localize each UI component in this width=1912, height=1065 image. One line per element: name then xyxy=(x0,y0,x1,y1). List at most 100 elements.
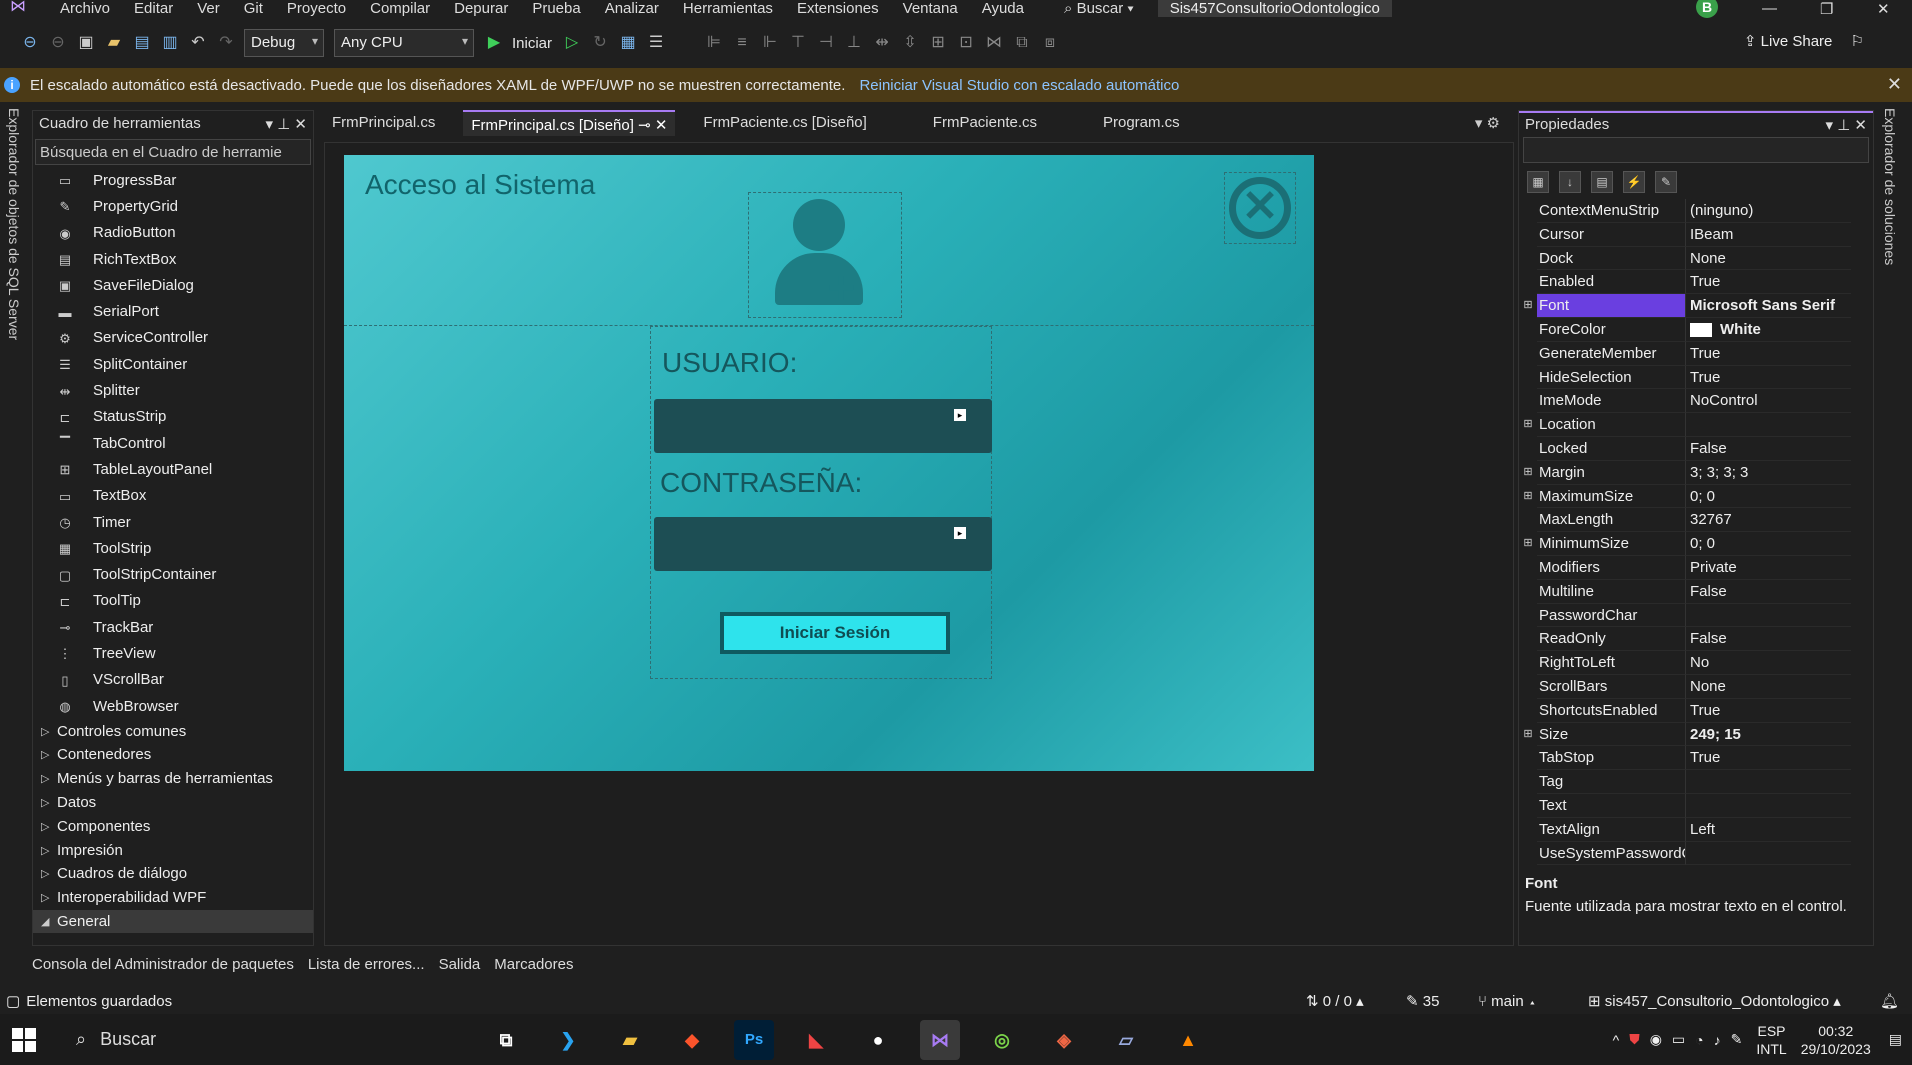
dropdown-icon[interactable]: ▾ xyxy=(265,116,277,133)
restore-icon[interactable]: ❐ xyxy=(1820,0,1833,18)
align-right-icon[interactable]: ⊩ xyxy=(760,33,780,53)
menu-herramientas[interactable]: Herramientas xyxy=(683,1,773,16)
property-row[interactable]: RightToLeft No xyxy=(1519,651,1873,675)
toolbox-category[interactable]: ◢ General xyxy=(33,909,313,934)
close-infobar-icon[interactable]: ✕ xyxy=(1887,74,1902,95)
menu-prueba[interactable]: Prueba xyxy=(532,1,580,16)
close-window-icon[interactable]: ✕ xyxy=(1877,0,1890,18)
sql-object-explorer-tab[interactable]: Explorador de objetos de SQL Server xyxy=(6,108,22,340)
task-view-icon[interactable]: ⧉ xyxy=(486,1020,526,1060)
minimize-icon[interactable]: — xyxy=(1762,0,1777,17)
menu-archivo[interactable]: Archivo xyxy=(60,1,110,16)
user-add-picture[interactable]: + xyxy=(748,192,902,318)
property-value[interactable]: True xyxy=(1685,746,1851,771)
bring-front-icon[interactable]: ⧉ xyxy=(1012,33,1032,53)
toolbox-category[interactable]: ▷ Cuadros de diálogo xyxy=(33,862,313,886)
property-row[interactable]: ReadOnly False xyxy=(1519,627,1873,652)
property-row[interactable]: ⊞ MaximumSize 0; 0 xyxy=(1519,484,1873,509)
open-folder-icon[interactable]: ▰ xyxy=(104,33,124,53)
property-pages-icon[interactable]: ✎ xyxy=(1655,171,1677,193)
toolbox-category[interactable]: ▷ Controles comunes xyxy=(33,719,313,743)
properties-icon[interactable]: ▤ xyxy=(1591,171,1613,193)
repo-indicator[interactable]: ⊞ sis457_Consultorio_Odontologico ▴ xyxy=(1588,992,1841,1010)
errors-indicator[interactable]: ⇅ 0 / 0 ▴ xyxy=(1306,992,1364,1010)
menu-analizar[interactable]: Analizar xyxy=(605,1,659,16)
property-value[interactable]: 0; 0 xyxy=(1685,532,1851,556)
visual-studio-icon[interactable]: ⋈ xyxy=(920,1019,960,1060)
property-row[interactable]: Locked False xyxy=(1519,436,1873,461)
expand-icon[interactable]: ⊞ xyxy=(1519,723,1537,747)
property-row[interactable]: Modifiers Private xyxy=(1519,555,1873,580)
property-value[interactable]: White xyxy=(1685,317,1851,342)
toolbox-item[interactable]: ▢ ToolStripContainer xyxy=(33,561,313,587)
toolbox-search-input[interactable]: Búsqueda en el Cuadro de herramie xyxy=(35,139,311,165)
property-value[interactable]: No xyxy=(1685,651,1851,675)
account-avatar[interactable]: B xyxy=(1696,0,1718,18)
menu-ayuda[interactable]: Ayuda xyxy=(982,1,1024,16)
toolbox-item[interactable]: ▤ RichTextBox xyxy=(33,246,313,272)
git-icon[interactable]: ◈ xyxy=(1044,1020,1084,1060)
save-all-icon[interactable]: ▥ xyxy=(160,33,180,53)
toolbox-category[interactable]: ▷ Datos xyxy=(33,791,313,815)
toolbox-item[interactable]: ▦ ToolStrip xyxy=(33,535,313,561)
property-row[interactable]: Multiline False xyxy=(1519,579,1873,604)
pin-icon[interactable]: ⊥ xyxy=(277,116,294,133)
property-row[interactable]: GenerateMember True xyxy=(1519,341,1873,366)
property-value[interactable]: NoControl xyxy=(1685,389,1851,414)
property-row[interactable]: ⊞ Location xyxy=(1519,413,1873,437)
pin-icon[interactable]: ⊸ xyxy=(638,117,651,134)
undo-icon[interactable]: ↶ xyxy=(188,33,208,53)
feedback-icon[interactable]: ⚐ xyxy=(1851,33,1864,50)
property-value[interactable]: Left xyxy=(1685,817,1851,842)
property-row[interactable]: Text xyxy=(1519,793,1873,818)
configuration-dropdown[interactable]: Debug xyxy=(244,29,324,57)
property-value[interactable]: (ninguno) xyxy=(1685,199,1851,223)
property-value[interactable]: False xyxy=(1685,627,1851,652)
toolbox-item[interactable]: ⊸ TrackBar xyxy=(33,614,313,640)
property-value[interactable]: 0; 0 xyxy=(1685,484,1851,509)
align-middle-icon[interactable]: ⊣ xyxy=(816,33,836,53)
align-bottom-icon[interactable]: ⊥ xyxy=(844,33,864,53)
property-value[interactable]: False xyxy=(1685,579,1851,604)
run-without-debug-icon[interactable]: ▷ xyxy=(562,33,582,53)
forward-icon[interactable]: ⊖ xyxy=(48,33,68,53)
tab-frmprincipal-code[interactable]: FrmPrincipal.cs xyxy=(324,110,443,136)
toolbox-item[interactable]: ⚙ ServiceController xyxy=(33,325,313,351)
login-form-preview[interactable]: Acceso al Sistema + ✕ USUARIO: ▸ CONTRAS… xyxy=(344,155,1314,771)
alphabetical-icon[interactable]: ↓ xyxy=(1559,171,1581,193)
toolbox-item[interactable]: ▬ SerialPort xyxy=(33,298,313,324)
tab-frmpaciente-design[interactable]: FrmPaciente.cs [Diseño] xyxy=(695,110,874,136)
tab-overflow-icon[interactable]: ▾ ⚙ xyxy=(1475,114,1500,132)
property-row[interactable]: UseSystemPasswordC xyxy=(1519,841,1873,866)
menu-proyecto[interactable]: Proyecto xyxy=(287,1,346,16)
property-value[interactable] xyxy=(1685,603,1851,628)
toolbox-item[interactable]: ⊏ ToolTip xyxy=(33,588,313,614)
property-value[interactable]: True xyxy=(1685,270,1851,295)
events-icon[interactable]: ⚡ xyxy=(1623,171,1645,193)
changes-indicator[interactable]: ✎ 35 xyxy=(1406,992,1439,1010)
close-form-button[interactable]: ✕ xyxy=(1224,172,1296,244)
tab-package-manager-console[interactable]: Consola del Administrador de paquetes xyxy=(32,956,294,980)
clock[interactable]: 00:32 29/10/2023 xyxy=(1801,1022,1871,1058)
toolbox-item[interactable]: ▔ TabControl xyxy=(33,430,313,456)
property-row[interactable]: ⊞ Size 249; 15 xyxy=(1519,722,1873,747)
vlc-icon[interactable]: ▲ xyxy=(1168,1020,1208,1060)
same-height-icon[interactable]: ⇳ xyxy=(900,33,920,53)
tab-error-list[interactable]: Lista de errores... xyxy=(308,956,425,980)
spacing-icon[interactable]: ⋈ xyxy=(984,33,1004,53)
expand-icon[interactable]: ⊞ xyxy=(1519,294,1537,318)
taskbar-search[interactable]: ⌕ Buscar xyxy=(76,1029,376,1050)
grid-icon[interactable]: ⊡ xyxy=(956,33,976,53)
property-row[interactable]: Cursor IBeam xyxy=(1519,222,1873,247)
property-row[interactable]: Dock None xyxy=(1519,246,1873,271)
redo-icon[interactable]: ↷ xyxy=(216,33,236,53)
notification-center-icon[interactable]: ▤ xyxy=(1889,1031,1902,1048)
tab-bookmarks[interactable]: Marcadores xyxy=(494,956,573,980)
property-value[interactable]: IBeam xyxy=(1685,222,1851,247)
property-value[interactable]: False xyxy=(1685,436,1851,461)
chrome-canary-icon[interactable]: ◎ xyxy=(982,1020,1022,1060)
property-row[interactable]: ShortcutsEnabled True xyxy=(1519,698,1873,723)
menu-git[interactable]: Git xyxy=(244,1,263,16)
property-row[interactable]: ⊞ Margin 3; 3; 3; 3 xyxy=(1519,460,1873,485)
solution-explorer-tab[interactable]: Explorador de soluciones xyxy=(1882,108,1898,265)
